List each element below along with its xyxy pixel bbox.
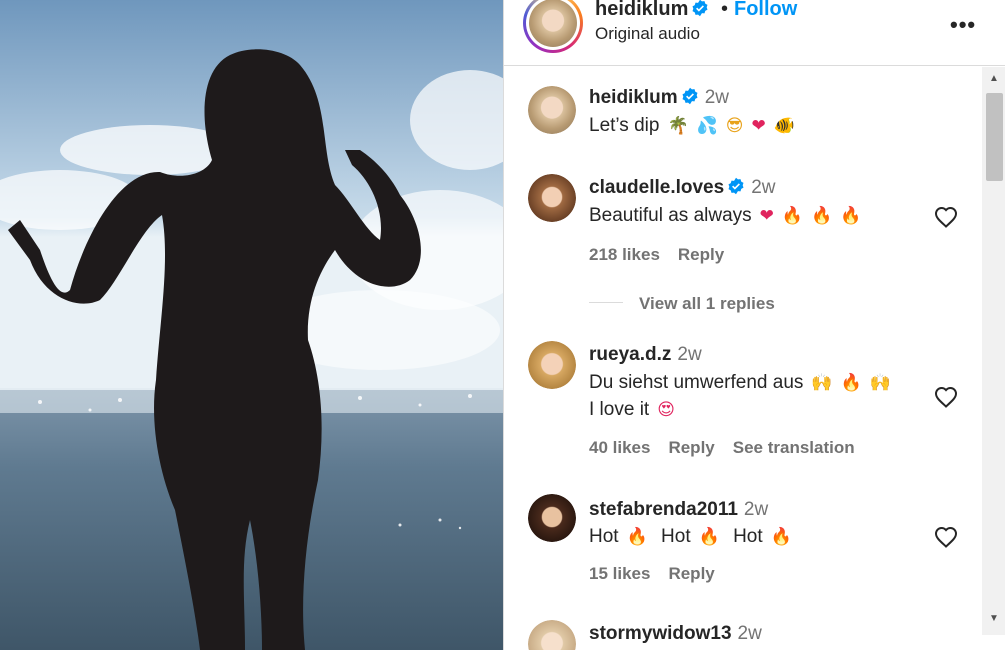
comment-username[interactable]: rueya.d.z 2w: [589, 344, 702, 366]
comment-meta: 15 likes Reply: [589, 564, 733, 584]
avatar[interactable]: [528, 494, 576, 542]
comment-time[interactable]: 2w: [744, 499, 768, 520]
like-heart-icon[interactable]: [934, 526, 958, 548]
comment-username-text[interactable]: stormywidow13: [589, 623, 732, 644]
post-header: heidiklum • Follow Original audio •••: [504, 0, 1005, 66]
scrollbar-thumb[interactable]: [986, 93, 1003, 181]
scroll-up-arrow-icon[interactable]: ▲: [989, 73, 999, 84]
comment-username-text[interactable]: stefabrenda2011: [589, 499, 738, 520]
fire-emoji: 🔥: [781, 206, 804, 226]
comment-text-line2: I love it 😍: [589, 399, 675, 421]
comment-text-body: Du siehst umwerfend aus: [589, 372, 804, 393]
comment-text: Beautiful as always ❤ 🔥 🔥 🔥: [589, 205, 861, 227]
post-image: [0, 0, 503, 650]
comments-scrollbar[interactable]: ▲ ▼: [982, 67, 1005, 635]
author-username-text[interactable]: heidiklum: [595, 0, 688, 20]
audio-label[interactable]: Original audio: [595, 24, 700, 44]
fire-emoji: 🔥: [698, 527, 720, 547]
comment-username-text[interactable]: heidiklum: [589, 87, 678, 108]
comment-text: Du siehst umwerfend aus 🙌 🔥 🙌: [589, 372, 891, 394]
heart-emoji: ❤: [751, 116, 766, 136]
comment-meta: 40 likes Reply See translation: [589, 438, 873, 458]
heart-emoji: ❤: [759, 206, 774, 226]
likes-count[interactable]: 40 likes: [589, 438, 650, 457]
droplets-emoji: 💦: [696, 116, 718, 136]
avatar[interactable]: [528, 341, 576, 389]
post-media[interactable]: [0, 0, 503, 650]
avatar[interactable]: [528, 86, 576, 134]
reply-button[interactable]: Reply: [668, 564, 714, 583]
raising-hands-emoji: 🙌: [811, 373, 833, 393]
comment-meta: 218 likes Reply: [589, 245, 742, 265]
comment-text-word: Hot: [661, 526, 691, 547]
likes-count[interactable]: 15 likes: [589, 564, 650, 583]
scroll-down-arrow-icon[interactable]: ▼: [989, 613, 999, 624]
view-replies-button[interactable]: View all 1 replies: [639, 294, 775, 314]
verified-badge-icon: [728, 177, 744, 195]
author-avatar: [529, 0, 577, 47]
comment-text-word: Hot: [589, 526, 619, 547]
raising-hands-emoji: 🙌: [869, 373, 891, 393]
comment-text-body: I love it: [589, 399, 650, 420]
comment-text-body: Let’s dip: [589, 115, 660, 136]
comment-username[interactable]: heidiklum 2w: [589, 87, 729, 109]
more-options-icon[interactable]: •••: [950, 12, 976, 38]
comment-username[interactable]: stefabrenda2011 2w: [589, 499, 768, 521]
reply-button[interactable]: Reply: [668, 438, 714, 457]
like-heart-icon[interactable]: [934, 206, 958, 228]
comment-time[interactable]: 2w: [751, 177, 775, 198]
header-separator: •: [721, 0, 729, 20]
follow-button[interactable]: Follow: [734, 0, 797, 21]
verified-badge-icon: [692, 0, 708, 17]
comment-username[interactable]: claudelle.loves 2w: [589, 177, 775, 199]
comment-text: Let’s dip 🌴 💦 😎 ❤ 🐠: [589, 115, 795, 137]
comment-username[interactable]: stormywidow13 2w: [589, 623, 762, 645]
fire-emoji: 🔥: [840, 373, 862, 393]
comment-username-text[interactable]: claudelle.loves: [589, 177, 724, 198]
author-username[interactable]: heidiklum: [595, 0, 709, 21]
comment-time[interactable]: 2w: [677, 344, 701, 365]
sunglasses-emoji: 😎: [725, 116, 744, 136]
comment-text-body: Beautiful as always: [589, 205, 752, 226]
fire-emoji: 🔥: [770, 527, 792, 547]
fish-emoji: 🐠: [773, 116, 795, 136]
see-translation-button[interactable]: See translation: [733, 438, 855, 457]
comment-username-text[interactable]: rueya.d.z: [589, 344, 671, 365]
like-heart-icon[interactable]: [934, 386, 958, 408]
avatar[interactable]: [528, 174, 576, 222]
comment-time[interactable]: 2w: [705, 87, 729, 108]
comment-text-word: Hot: [733, 526, 763, 547]
likes-count[interactable]: 218 likes: [589, 245, 660, 264]
fire-emoji: 🔥: [840, 206, 862, 226]
verified-badge-icon: [682, 87, 698, 105]
avatar[interactable]: [528, 620, 576, 650]
comment-time[interactable]: 2w: [738, 623, 762, 644]
replies-divider: [589, 302, 623, 303]
comments-list: heidiklum 2w Let’s dip 🌴 💦 😎 ❤ 🐠 claudelle.lov…: [504, 67, 982, 650]
comment-text: Hot 🔥 Hot 🔥 Hot 🔥: [589, 526, 792, 548]
post-details-panel: heidiklum • Follow Original audio ••• he…: [503, 0, 1005, 650]
fire-emoji: 🔥: [626, 527, 648, 547]
reply-button[interactable]: Reply: [678, 245, 724, 264]
fire-emoji: 🔥: [811, 206, 833, 226]
heart-eyes-emoji: 😍: [657, 400, 675, 420]
palm-tree-emoji: 🌴: [667, 116, 689, 136]
author-avatar-story-ring[interactable]: [523, 0, 583, 53]
